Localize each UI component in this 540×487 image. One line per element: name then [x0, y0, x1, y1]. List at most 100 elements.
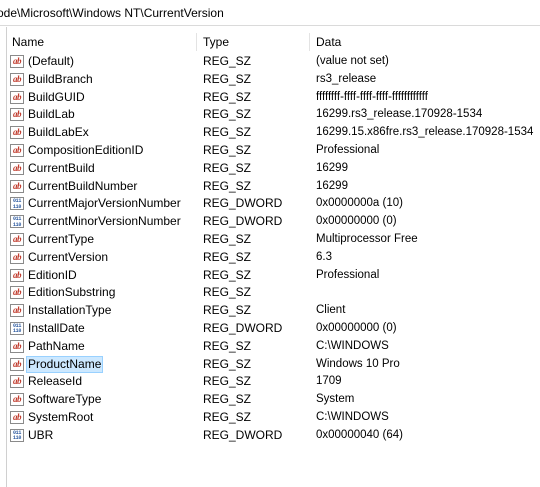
string-value-icon: ab: [10, 108, 24, 122]
column-header-type[interactable]: Type: [203, 33, 229, 51]
value-data: ffffffff-ffff-ffff-ffff-ffffffffffff: [316, 90, 428, 103]
value-type: REG_SZ: [203, 160, 252, 175]
value-data: 1709: [316, 375, 342, 388]
value-type: REG_DWORD: [203, 320, 283, 335]
value-row[interactable]: ab ProductName REG_SZ Windows 10 Pro: [7, 355, 540, 374]
value-type: REG_SZ: [203, 374, 252, 389]
string-value-icon: ab: [10, 304, 24, 318]
value-type: REG_SZ: [203, 178, 252, 193]
value-data: 16299: [316, 161, 348, 174]
value-row[interactable]: ab EditionSubstring REG_SZ: [7, 284, 540, 302]
value-data: 0x00000000 (0): [316, 215, 397, 228]
value-row[interactable]: ab CurrentBuildNumber REG_SZ 16299: [7, 178, 540, 196]
value-name[interactable]: InstallDate: [27, 321, 86, 336]
string-value-icon: ab: [10, 72, 24, 86]
string-value-icon: ab: [10, 357, 24, 371]
value-name[interactable]: InstallationType: [27, 303, 112, 318]
value-row[interactable]: 011 110 CurrentMajorVersionNumber REG_DWORD…: [7, 195, 540, 213]
column-header-name[interactable]: Name: [12, 33, 44, 51]
value-name[interactable]: CompositionEditionID: [27, 143, 144, 158]
string-value-icon: ab: [10, 126, 24, 140]
value-name[interactable]: CurrentBuildNumber: [27, 179, 138, 194]
value-name[interactable]: CurrentType: [27, 232, 95, 247]
value-row[interactable]: ab ReleaseId REG_SZ 1709: [7, 373, 540, 391]
value-type: REG_DWORD: [203, 214, 283, 229]
value-data: Multiprocessor Free: [316, 232, 418, 245]
value-row[interactable]: ab InstallationType REG_SZ Client: [7, 302, 540, 320]
value-data: Client: [316, 304, 346, 317]
value-data: 6.3: [316, 250, 332, 263]
value-name[interactable]: (Default): [27, 54, 75, 69]
value-name[interactable]: CurrentMinorVersionNumber: [27, 214, 182, 229]
binary-value-icon: 011 110: [10, 197, 24, 211]
value-row[interactable]: ab CompositionEditionID REG_SZ Professional: [7, 142, 540, 160]
value-type: REG_SZ: [203, 142, 252, 157]
value-name[interactable]: ReleaseId: [27, 374, 83, 389]
values-list: ab (Default) REG_SZ (value not set) ab BuildB…: [7, 53, 540, 445]
binary-value-icon: 011 110: [10, 215, 24, 229]
binary-value-icon: 011 110: [10, 321, 24, 335]
string-value-icon: ab: [10, 286, 24, 300]
value-row[interactable]: ab BuildGUID REG_SZ ffffffff-ffff-ffff-ffff…: [7, 89, 540, 107]
value-row[interactable]: 011 110 InstallDate REG_DWORD 0x00000000 (0): [7, 320, 540, 338]
column-divider-name[interactable]: [196, 33, 197, 51]
value-type: REG_DWORD: [203, 196, 283, 211]
value-row[interactable]: ab SoftwareType REG_SZ System: [7, 391, 540, 409]
column-header-row: Name Type Data: [7, 33, 540, 51]
value-row[interactable]: ab BuildLab REG_SZ 16299.rs3_release.170928…: [7, 106, 540, 124]
string-value-icon: ab: [10, 161, 24, 175]
value-type: REG_SZ: [203, 409, 252, 424]
binary-value-icon: 011 110: [10, 428, 24, 442]
string-value-icon: ab: [10, 268, 24, 282]
value-data: 16299.15.x86fre.rs3_release.170928-1534: [316, 126, 534, 139]
value-name[interactable]: EditionID: [27, 268, 78, 283]
value-data: 0x00000040 (64): [316, 428, 403, 441]
value-type: REG_SZ: [203, 125, 252, 140]
string-value-icon: ab: [10, 375, 24, 389]
value-type: REG_SZ: [203, 285, 252, 300]
value-name[interactable]: SystemRoot: [27, 410, 94, 425]
value-row[interactable]: ab CurrentVersion REG_SZ 6.3: [7, 249, 540, 267]
address-path[interactable]: ode\Microsoft\Windows NT\CurrentVersion: [0, 6, 224, 20]
value-row[interactable]: ab BuildBranch REG_SZ rs3_release: [7, 71, 540, 89]
value-name[interactable]: BuildLabEx: [27, 125, 90, 140]
value-name[interactable]: BuildLab: [27, 107, 76, 122]
value-data: C:\WINDOWS: [316, 410, 389, 423]
value-name[interactable]: EditionSubstring: [27, 285, 116, 300]
value-row[interactable]: 011 110 UBR REG_DWORD 0x00000040 (64): [7, 427, 540, 445]
value-type: REG_SZ: [203, 231, 252, 246]
value-type: REG_SZ: [203, 267, 252, 282]
value-type: REG_SZ: [203, 356, 252, 371]
value-name[interactable]: PathName: [27, 339, 86, 354]
value-name[interactable]: SoftwareType: [27, 392, 102, 407]
column-header-data[interactable]: Data: [316, 33, 341, 51]
string-value-icon: ab: [10, 410, 24, 424]
value-row[interactable]: ab PathName REG_SZ C:\WINDOWS: [7, 338, 540, 356]
value-name[interactable]: CurrentMajorVersionNumber: [27, 196, 182, 211]
string-value-icon: ab: [10, 250, 24, 264]
value-name[interactable]: CurrentVersion: [27, 250, 109, 265]
value-row[interactable]: ab SystemRoot REG_SZ C:\WINDOWS: [7, 409, 540, 427]
value-row[interactable]: ab BuildLabEx REG_SZ 16299.15.x86fre.rs3_re…: [7, 124, 540, 142]
value-type: REG_SZ: [203, 107, 252, 122]
value-name[interactable]: BuildBranch: [27, 72, 94, 87]
string-value-icon: ab: [10, 179, 24, 193]
value-type: REG_SZ: [203, 338, 252, 353]
value-name[interactable]: BuildGUID: [27, 90, 86, 105]
value-data: 0x00000000 (0): [316, 321, 397, 334]
value-name[interactable]: CurrentBuild: [27, 161, 96, 176]
value-name[interactable]: UBR: [27, 428, 54, 443]
value-row[interactable]: ab CurrentType REG_SZ Multiprocessor Free: [7, 231, 540, 249]
value-type: REG_SZ: [203, 54, 252, 68]
value-data: Professional: [316, 143, 380, 156]
value-row[interactable]: ab (Default) REG_SZ (value not set): [7, 53, 540, 71]
value-type: REG_SZ: [203, 303, 252, 318]
value-row[interactable]: 011 110 CurrentMinorVersionNumber REG_DWORD…: [7, 213, 540, 231]
value-row[interactable]: ab EditionID REG_SZ Professional: [7, 267, 540, 285]
value-name[interactable]: ProductName: [25, 355, 104, 373]
value-row[interactable]: ab CurrentBuild REG_SZ 16299: [7, 160, 540, 178]
string-value-icon: ab: [10, 232, 24, 246]
string-value-icon: ab: [10, 143, 24, 157]
address-bar[interactable]: ode\Microsoft\Windows NT\CurrentVersion: [0, 0, 540, 26]
column-divider-type[interactable]: [309, 33, 310, 51]
